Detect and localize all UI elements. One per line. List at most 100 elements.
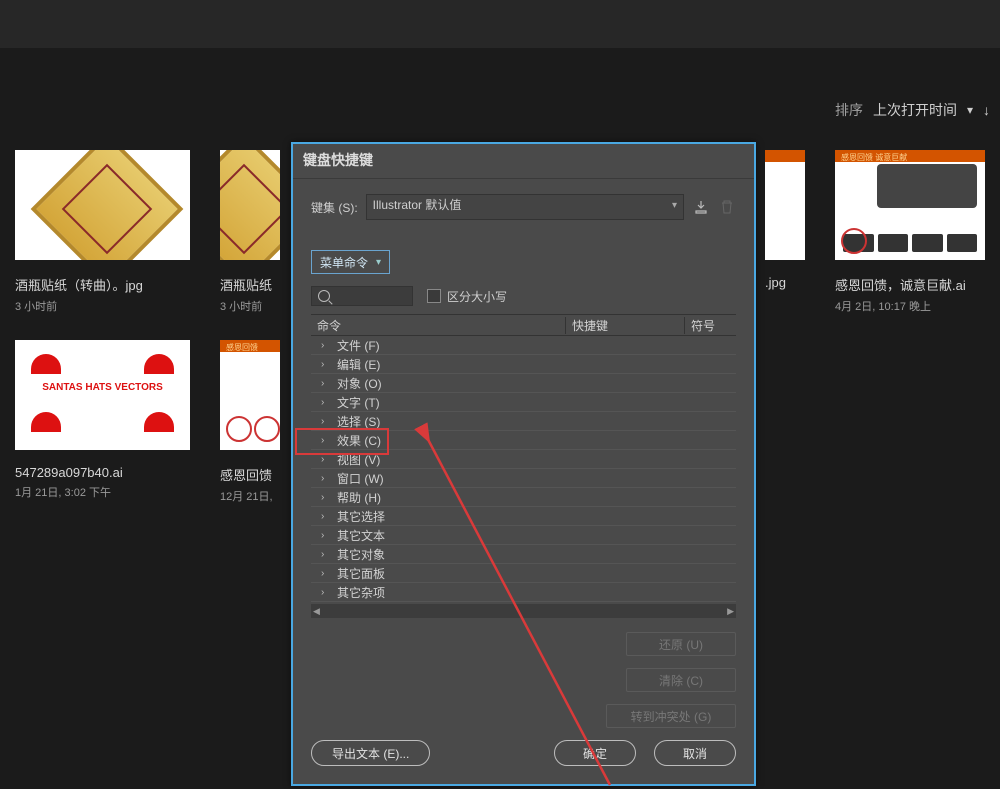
horizontal-scrollbar[interactable]: ◀ ▶ xyxy=(311,604,736,618)
file-meta: 3 小时前 xyxy=(220,298,280,314)
table-row[interactable]: › 窗口 (W) xyxy=(311,469,736,488)
thumbnail-image xyxy=(220,150,280,260)
table-row[interactable]: › 编辑 (E) xyxy=(311,355,736,374)
cancel-button[interactable]: 取消 xyxy=(654,740,736,766)
table-row[interactable]: › 效果 (C) xyxy=(311,431,736,450)
chevron-right-icon: › xyxy=(321,435,329,446)
table-row[interactable]: › 帮助 (H) xyxy=(311,488,736,507)
table-row[interactable]: ›视图 (V) xyxy=(311,450,736,469)
row-label: 其它面板 xyxy=(337,565,385,582)
case-sensitive-checkbox[interactable]: 区分大小写 xyxy=(427,288,507,305)
shortcuts-table: 命令 快捷键 符号 ›文件 (F)›编辑 (E)›对象 (O)›文字 (T)›选… xyxy=(311,314,736,618)
keyset-row: 键集 (S): Illustrator 默认值 ▾ xyxy=(311,194,736,220)
file-thumb[interactable]: 感恩回馈 诚意巨献 感恩回馈，诚意巨献.ai 4月 2日, 10:17 晚上 xyxy=(835,150,985,314)
file-thumb[interactable]: .jpg xyxy=(765,150,805,314)
side-buttons: 还原 (U) 清除 (C) 转到冲突处 (G) xyxy=(311,632,736,728)
chevron-down-icon[interactable]: ▾ xyxy=(967,103,973,117)
row-label: 其它对象 xyxy=(337,546,385,563)
table-row[interactable]: › 其它对象 xyxy=(311,545,736,564)
scroll-left-icon[interactable]: ◀ xyxy=(313,606,320,617)
sort-direction-icon[interactable]: ↓ xyxy=(983,102,990,118)
col-command: 命令 xyxy=(311,317,565,334)
row-label: 文件 (F) xyxy=(337,337,380,354)
table-row[interactable]: › 选择 (S) xyxy=(311,412,736,431)
file-title: 感恩回馈 xyxy=(220,465,280,484)
row-label: 视图 (V) xyxy=(337,451,380,468)
file-thumb[interactable]: SANTAS HATS VECTORS 547289a097b40.ai 1月 … xyxy=(15,340,190,504)
table-row[interactable]: › 其它面板 xyxy=(311,564,736,583)
chevron-right-icon: › xyxy=(321,587,329,598)
chevron-right-icon: › xyxy=(321,530,329,541)
search-input[interactable] xyxy=(311,286,413,306)
recent-files-row-2: SANTAS HATS VECTORS 547289a097b40.ai 1月 … xyxy=(15,340,280,504)
file-title: 酒瓶贴纸 xyxy=(220,275,280,294)
app-top-bar xyxy=(0,0,1000,48)
checkbox-icon xyxy=(427,289,441,303)
keyboard-shortcuts-dialog: 键盘快捷键 键集 (S): Illustrator 默认值 ▾ 菜单命令 ▾ xyxy=(291,142,756,786)
chevron-right-icon: › xyxy=(321,492,329,503)
thumbnail-image xyxy=(15,150,190,260)
row-label: 对象 (O) xyxy=(337,375,382,392)
command-type-value: 菜单命令 xyxy=(320,254,368,271)
row-label: 选择 (S) xyxy=(337,413,380,430)
dialog-footer: 导出文本 (E)... 确定 取消 xyxy=(293,740,754,784)
file-thumb[interactable]: 酒瓶贴纸（转曲）。jpg 3 小时前 xyxy=(15,150,190,314)
file-title: .jpg xyxy=(765,275,805,290)
chevron-right-icon: › xyxy=(321,511,329,522)
file-meta: 4月 2日, 10:17 晚上 xyxy=(835,298,985,314)
sort-value: 上次打开时间 xyxy=(873,100,957,120)
table-row[interactable]: › 其它文本 xyxy=(311,526,736,545)
row-label: 其它选择 xyxy=(337,508,385,525)
keyset-select[interactable]: Illustrator 默认值 ▾ xyxy=(366,194,684,220)
table-row[interactable]: ›文字 (T) xyxy=(311,393,736,412)
file-meta: 12月 21日, xyxy=(220,488,280,504)
thumbnail-image: 感恩回馈 xyxy=(220,340,280,450)
chevron-right-icon: › xyxy=(321,549,329,560)
row-label: 文字 (T) xyxy=(337,394,380,411)
chevron-right-icon: › xyxy=(321,340,329,351)
sort-control[interactable]: 排序 上次打开时间 ▾ ↓ xyxy=(835,100,990,120)
table-row[interactable]: › 文件 (F) xyxy=(311,336,736,355)
keyset-label: 键集 (S): xyxy=(311,199,358,216)
trash-icon xyxy=(718,198,736,216)
command-type-select[interactable]: 菜单命令 ▾ xyxy=(311,250,390,274)
chevron-right-icon: › xyxy=(321,359,329,370)
row-label: 窗口 (W) xyxy=(337,470,384,487)
table-row[interactable]: ›对象 (O) xyxy=(311,374,736,393)
clear-button: 清除 (C) xyxy=(626,668,736,692)
dialog-title: 键盘快捷键 xyxy=(293,144,754,179)
table-row[interactable]: › 其它选择 xyxy=(311,507,736,526)
row-label: 效果 (C) xyxy=(337,432,381,449)
row-label: 其它文本 xyxy=(337,527,385,544)
goto-conflict-button: 转到冲突处 (G) xyxy=(606,704,736,728)
thumbnail-image: 感恩回馈 诚意巨献 xyxy=(835,150,985,260)
save-icon[interactable] xyxy=(692,198,710,216)
export-text-button[interactable]: 导出文本 (E)... xyxy=(311,740,430,766)
col-symbol: 符号 xyxy=(684,317,736,334)
chevron-right-icon: › xyxy=(321,473,329,484)
chevron-down-icon: ▾ xyxy=(672,200,677,211)
scroll-right-icon[interactable]: ▶ xyxy=(727,606,734,617)
table-row[interactable]: › 其它杂项 xyxy=(311,583,736,602)
file-title: 感恩回馈，诚意巨献.ai xyxy=(835,275,985,294)
chevron-right-icon: › xyxy=(321,416,329,427)
thumbnail-image: SANTAS HATS VECTORS xyxy=(15,340,190,450)
file-thumb[interactable]: 酒瓶贴纸 3 小时前 xyxy=(220,150,280,314)
file-title: 酒瓶贴纸（转曲）。jpg xyxy=(15,275,190,294)
keyset-value: Illustrator 默认值 xyxy=(373,198,462,212)
chevron-right-icon: › xyxy=(321,568,329,579)
ok-button[interactable]: 确定 xyxy=(554,740,636,766)
file-meta: 1月 21日, 3:02 下午 xyxy=(15,484,190,500)
row-label: 帮助 (H) xyxy=(337,489,381,506)
file-thumb[interactable]: 感恩回馈 感恩回馈 12月 21日, xyxy=(220,340,280,504)
file-title: 547289a097b40.ai xyxy=(15,465,190,480)
thumbnail-image xyxy=(765,150,805,260)
search-icon xyxy=(318,290,330,302)
table-header: 命令 快捷键 符号 xyxy=(311,315,736,336)
chevron-down-icon: ▾ xyxy=(376,257,381,268)
row-label: 其它杂项 xyxy=(337,584,385,601)
case-sensitive-label: 区分大小写 xyxy=(447,288,507,305)
row-label: 编辑 (E) xyxy=(337,356,380,373)
file-meta: 3 小时前 xyxy=(15,298,190,314)
thumb-inner-text: SANTAS HATS VECTORS xyxy=(15,382,190,393)
